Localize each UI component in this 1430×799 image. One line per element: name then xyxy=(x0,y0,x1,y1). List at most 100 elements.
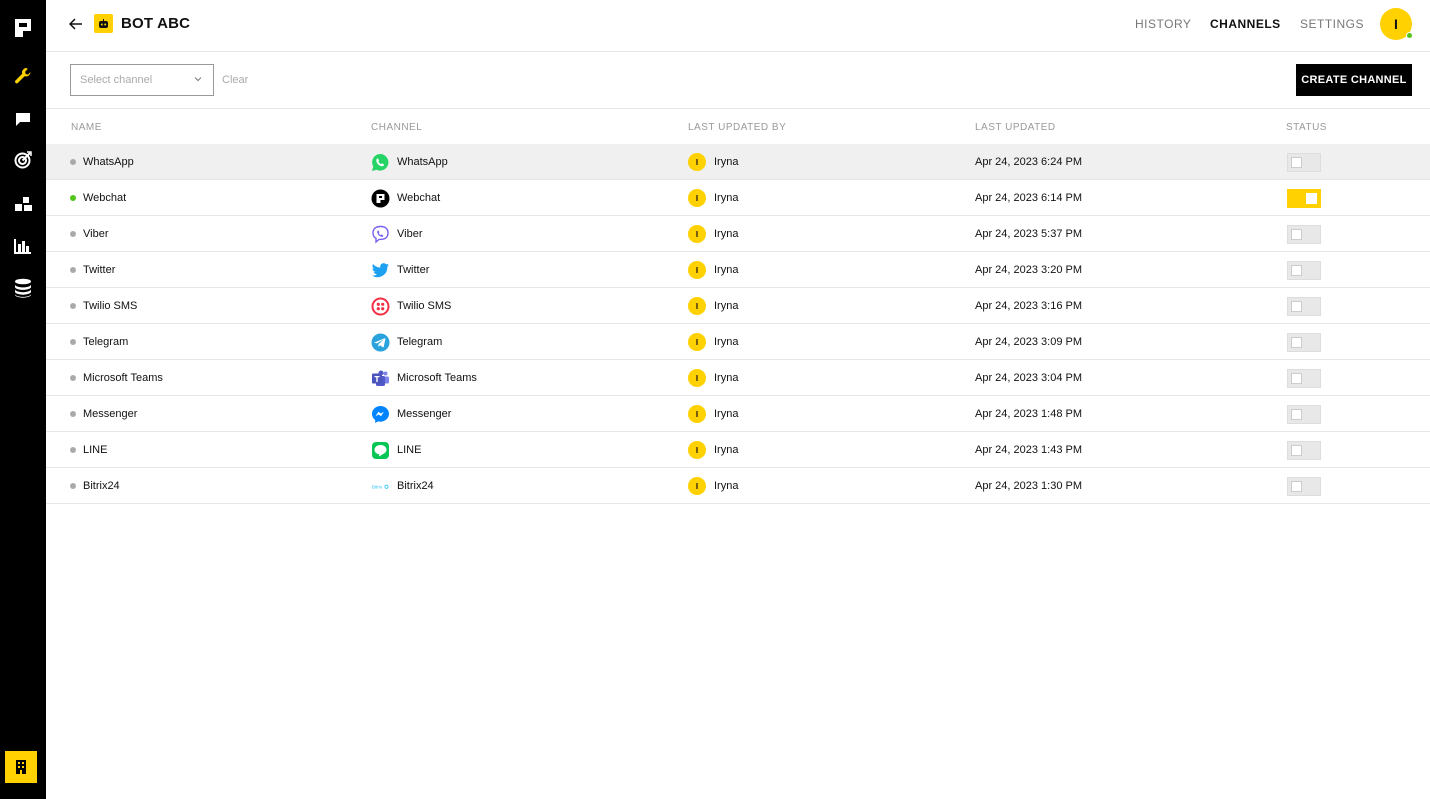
avatar: I xyxy=(688,153,706,171)
table-row[interactable]: Viber Viber I Iryna Apr 24, 2023 5:37 PM xyxy=(46,216,1430,252)
column-header-last-updated: LAST UPDATED xyxy=(975,122,1056,133)
status-toggle[interactable] xyxy=(1287,189,1321,208)
bot-icon xyxy=(94,14,113,33)
name-cell: WhatsApp xyxy=(70,144,134,180)
table-row[interactable]: Twilio SMS Twilio SMS I Iryna Apr 24, 2023 3… xyxy=(46,288,1430,324)
bar-chart-icon[interactable] xyxy=(0,232,46,260)
updated-cell: Apr 24, 2023 6:24 PM xyxy=(975,144,1082,180)
name-cell: Bitrix24 xyxy=(70,468,120,504)
channel-name: Telegram xyxy=(83,336,129,348)
toggle-knob xyxy=(1291,409,1302,420)
table-header: NAME CHANNEL LAST UPDATED BY LAST UPDATE… xyxy=(46,109,1430,144)
status-dot xyxy=(70,447,76,453)
channels-table: NAME CHANNEL LAST UPDATED BY LAST UPDATE… xyxy=(46,109,1430,504)
updated-cell: Apr 24, 2023 1:48 PM xyxy=(975,396,1082,432)
messenger-icon xyxy=(371,405,390,424)
table-row[interactable]: LINE LINE I Iryna Apr 24, 2023 1:43 PM xyxy=(46,432,1430,468)
status-toggle[interactable] xyxy=(1287,477,1321,496)
avatar: I xyxy=(688,477,706,495)
toggle-knob xyxy=(1291,265,1302,276)
updated-by-cell: I Iryna xyxy=(688,432,738,468)
updated-by-cell: I Iryna xyxy=(688,216,738,252)
status-toggle[interactable] xyxy=(1287,297,1321,316)
status-toggle[interactable] xyxy=(1287,369,1321,388)
tab-settings[interactable]: SETTINGS xyxy=(1300,17,1364,31)
twitter-icon xyxy=(371,261,390,280)
tab-history[interactable]: HISTORY xyxy=(1135,17,1191,31)
table-row[interactable]: Microsoft Teams Microsoft Teams I Iryna Apr … xyxy=(46,360,1430,396)
updated-cell: Apr 24, 2023 3:16 PM xyxy=(975,288,1082,324)
status-dot xyxy=(70,159,76,165)
updated-cell: Apr 24, 2023 3:20 PM xyxy=(975,252,1082,288)
logo-icon[interactable] xyxy=(0,14,46,42)
table-row[interactable]: Twitter Twitter I Iryna Apr 24, 2023 3:20 PM xyxy=(46,252,1430,288)
channel-type: Microsoft Teams xyxy=(397,372,477,384)
updated-cell: Apr 24, 2023 3:09 PM xyxy=(975,324,1082,360)
blocks-icon[interactable] xyxy=(0,190,46,218)
channel-name: WhatsApp xyxy=(83,156,134,168)
name-cell: Messenger xyxy=(70,396,137,432)
table-row[interactable]: Messenger Messenger I Iryna Apr 24, 2023 1:4… xyxy=(46,396,1430,432)
updated-timestamp: Apr 24, 2023 3:04 PM xyxy=(975,372,1083,384)
updated-by-cell: I Iryna xyxy=(688,360,738,396)
channel-type: Twitter xyxy=(397,264,430,276)
updated-timestamp: Apr 24, 2023 3:20 PM xyxy=(975,264,1083,276)
name-cell: Viber xyxy=(70,216,108,252)
online-status-dot xyxy=(1406,32,1413,39)
channel-type: LINE xyxy=(397,444,422,456)
updated-cell: Apr 24, 2023 1:30 PM xyxy=(975,468,1082,504)
wrench-icon[interactable] xyxy=(0,62,46,90)
create-channel-button[interactable]: CREATE CHANNEL xyxy=(1296,64,1412,96)
status-toggle[interactable] xyxy=(1287,153,1321,172)
updated-by-cell: I Iryna xyxy=(688,468,738,504)
avatar: I xyxy=(688,441,706,459)
channel-cell: Webchat xyxy=(371,180,440,216)
name-cell: LINE xyxy=(70,432,107,468)
column-header-status: STATUS xyxy=(1286,122,1327,133)
toggle-knob xyxy=(1291,157,1302,168)
table-row[interactable]: Webchat Webchat I Iryna Apr 24, 2023 6:14 PM xyxy=(46,180,1430,216)
database-icon[interactable] xyxy=(0,274,46,302)
status-toggle[interactable] xyxy=(1287,405,1321,424)
status-toggle[interactable] xyxy=(1287,333,1321,352)
toggle-knob xyxy=(1306,193,1317,204)
whatsapp-icon xyxy=(371,153,390,172)
channel-cell: Messenger xyxy=(371,396,451,432)
updated-by-name: Iryna xyxy=(714,228,739,240)
updated-by-name: Iryna xyxy=(714,300,739,312)
updated-timestamp: Apr 24, 2023 3:09 PM xyxy=(975,336,1083,348)
channel-select[interactable]: Select channel xyxy=(70,64,214,96)
avatar: I xyxy=(688,369,706,387)
status-toggle[interactable] xyxy=(1287,441,1321,460)
chat-icon[interactable] xyxy=(0,105,46,133)
target-icon[interactable] xyxy=(0,146,46,174)
channel-type: WhatsApp xyxy=(397,156,448,168)
clear-button[interactable]: Clear xyxy=(222,74,248,86)
tab-channels[interactable]: CHANNELS xyxy=(1210,17,1281,31)
header: BOT ABC HISTORY CHANNELS SETTINGS I xyxy=(46,0,1430,52)
avatar: I xyxy=(688,405,706,423)
avatar: I xyxy=(688,225,706,243)
back-arrow-icon[interactable] xyxy=(66,14,86,34)
avatar: I xyxy=(688,297,706,315)
table-row[interactable]: Bitrix24 Bitrix Bitrix24 I Iryna Apr 24, 2023… xyxy=(46,468,1430,504)
updated-timestamp: Apr 24, 2023 5:37 PM xyxy=(975,228,1083,240)
channel-select-placeholder: Select channel xyxy=(80,74,153,86)
updated-timestamp: Apr 24, 2023 1:43 PM xyxy=(975,444,1083,456)
channel-name: Bitrix24 xyxy=(83,480,120,492)
table-row[interactable]: WhatsApp WhatsApp I Iryna Apr 24, 2023 6:24 … xyxy=(46,144,1430,180)
avatar: I xyxy=(688,333,706,351)
updated-by-cell: I Iryna xyxy=(688,324,738,360)
column-header-name: NAME xyxy=(71,122,102,133)
status-toggle[interactable] xyxy=(1287,261,1321,280)
updated-timestamp: Apr 24, 2023 3:16 PM xyxy=(975,300,1083,312)
table-row[interactable]: Telegram Telegram I Iryna Apr 24, 2023 3:09 … xyxy=(46,324,1430,360)
status-toggle[interactable] xyxy=(1287,225,1321,244)
updated-cell: Apr 24, 2023 5:37 PM xyxy=(975,216,1082,252)
toggle-knob xyxy=(1291,481,1302,492)
building-icon[interactable] xyxy=(5,751,37,783)
webchat-icon xyxy=(371,189,390,208)
viber-icon xyxy=(371,225,390,244)
user-avatar[interactable]: I xyxy=(1380,8,1413,40)
updated-by-cell: I Iryna xyxy=(688,396,738,432)
